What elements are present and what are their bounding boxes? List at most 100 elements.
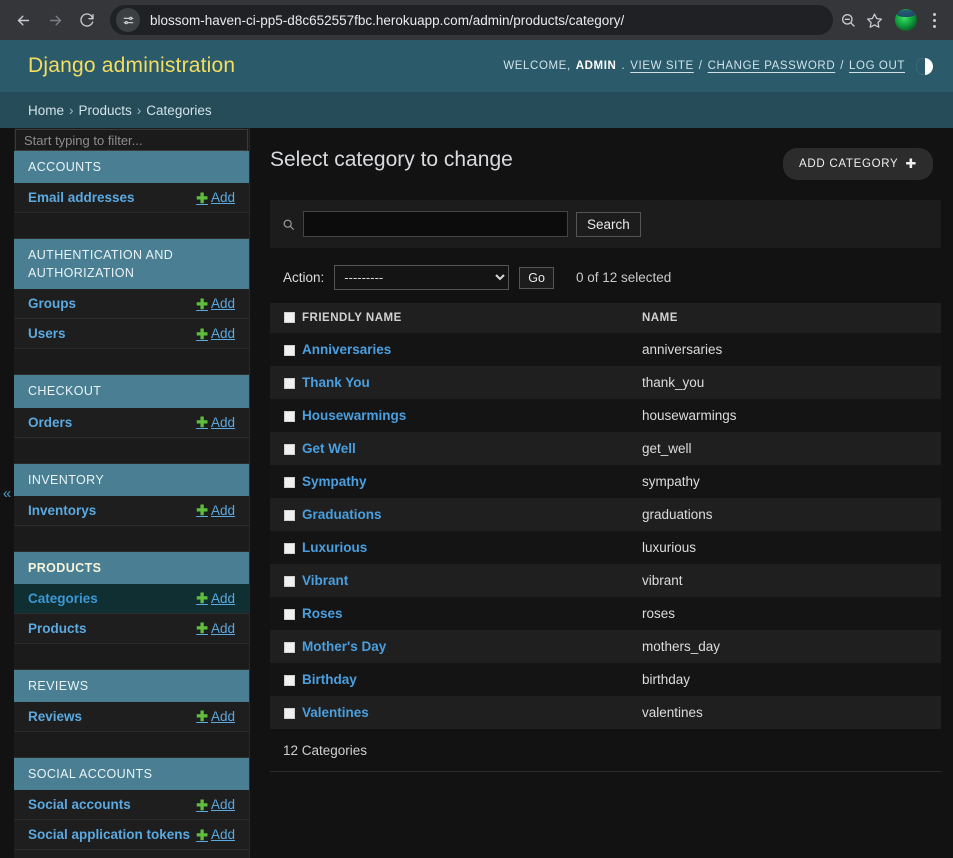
sidebar-app-title[interactable]: PRODUCTS [14, 551, 249, 584]
sidebar-add-link[interactable]: ✚Add [196, 503, 235, 518]
sidebar-add-link[interactable]: ✚Add [196, 591, 235, 606]
row-select-cell[interactable] [270, 465, 302, 498]
row-checkbox[interactable] [284, 344, 295, 356]
category-link[interactable]: Roses [302, 606, 343, 621]
sidebar-item-products[interactable]: Products ✚ Add [14, 613, 249, 644]
zoom-out-icon[interactable] [835, 7, 861, 33]
sidebar-item-groups[interactable]: Groups ✚ Add [14, 289, 249, 320]
sidebar-item-label[interactable]: Orders [28, 415, 72, 430]
sidebar-item-label[interactable]: Social accounts [28, 797, 131, 812]
address-bar[interactable]: blossom-haven-ci-pp5-d8c652557fbc.heroku… [110, 5, 833, 35]
sidebar-app-title[interactable]: ACCOUNTS [14, 151, 249, 184]
sidebar-item-label[interactable]: Email addresses [28, 190, 135, 205]
category-link[interactable]: Anniversaries [302, 342, 391, 357]
row-checkbox[interactable] [284, 443, 295, 455]
sidebar-app-title[interactable]: AUTHENTICATION AND AUTHORIZATION [14, 239, 249, 290]
back-icon[interactable] [8, 5, 38, 35]
sidebar-item-social-application-tokens[interactable]: Social application tokens ✚ Add [14, 820, 249, 850]
column-header-name[interactable]: NAME [642, 303, 941, 333]
sidebar-add-link[interactable]: ✚Add [196, 415, 235, 430]
row-checkbox[interactable] [284, 575, 295, 587]
sidebar-filter-input[interactable] [15, 129, 248, 151]
row-checkbox[interactable] [284, 641, 295, 653]
row-checkbox[interactable] [284, 707, 295, 719]
category-link[interactable]: Housewarmings [302, 408, 406, 423]
sidebar-app-title[interactable]: CHECKOUT [14, 375, 249, 408]
row-checkbox[interactable] [284, 608, 295, 620]
row-checkbox[interactable] [284, 542, 295, 554]
sidebar-item-reviews[interactable]: Reviews ✚ Add [14, 701, 249, 732]
sidebar-collapse-icon[interactable]: « [0, 128, 14, 858]
sidebar-add-link[interactable]: ✚Add [196, 709, 235, 724]
theme-toggle-icon[interactable] [916, 57, 933, 75]
row-checkbox[interactable] [284, 410, 295, 422]
category-link[interactable]: Thank You [302, 375, 370, 390]
sidebar-app-title[interactable]: SOCIAL ACCOUNTS [14, 757, 249, 790]
sidebar-add-link[interactable]: ✚Add [196, 797, 235, 812]
row-select-cell[interactable] [270, 597, 302, 630]
sidebar-item-social-accounts[interactable]: Social accounts ✚ Add [14, 790, 249, 820]
sidebar-app-title[interactable]: INVENTORY [14, 463, 249, 496]
change-password-link[interactable]: CHANGE PASSWORD [708, 60, 836, 72]
search-button[interactable]: Search [576, 211, 641, 237]
sidebar-item-social-applications[interactable]: Social applications✚Add [14, 850, 249, 858]
row-select-cell[interactable] [270, 498, 302, 531]
sidebar-add-link[interactable]: ✚Add [196, 326, 235, 341]
sidebar-add-link[interactable]: ✚Add [196, 621, 235, 636]
row-select-cell[interactable] [270, 333, 302, 366]
row-checkbox[interactable] [284, 377, 295, 389]
category-link[interactable]: Graduations [302, 507, 382, 522]
row-select-cell[interactable] [270, 366, 302, 399]
category-link[interactable]: Vibrant [302, 573, 348, 588]
breadcrumb-products[interactable]: Products [79, 103, 132, 118]
site-title[interactable]: Django administration [28, 54, 235, 78]
sidebar-item-label[interactable]: Reviews [28, 709, 82, 724]
category-link[interactable]: Luxurious [302, 540, 367, 555]
site-settings-icon[interactable] [116, 8, 140, 32]
row-select-cell[interactable] [270, 630, 302, 663]
add-category-button[interactable]: ADD CATEGORY ✚ [783, 148, 933, 180]
row-select-cell[interactable] [270, 696, 302, 729]
sidebar-item-email-addresses[interactable]: Email addresses ✚ Add [14, 183, 249, 214]
sidebar-app-title[interactable]: REVIEWS [14, 669, 249, 702]
view-site-link[interactable]: VIEW SITE [630, 60, 694, 72]
category-link[interactable]: Mother's Day [302, 639, 386, 654]
sidebar-add-link[interactable]: ✚Add [196, 296, 235, 311]
action-go-button[interactable]: Go [519, 266, 554, 289]
row-checkbox[interactable] [284, 476, 295, 488]
action-select[interactable]: ---------Delete selected categorys [334, 265, 510, 290]
sidebar-item-label[interactable]: Users [28, 326, 66, 341]
row-checkbox[interactable] [284, 674, 295, 686]
sidebar-item-orders[interactable]: Orders ✚ Add [14, 407, 249, 438]
sidebar-item-label[interactable]: Products [28, 621, 87, 636]
sidebar-item-inventorys[interactable]: Inventorys ✚ Add [14, 495, 249, 526]
bookmark-star-icon[interactable] [861, 7, 887, 33]
sidebar-item-label[interactable]: Inventorys [28, 503, 96, 518]
category-link[interactable]: Birthday [302, 672, 357, 687]
forward-icon[interactable] [40, 5, 70, 35]
category-link[interactable]: Valentines [302, 705, 369, 720]
row-select-cell[interactable] [270, 564, 302, 597]
sidebar-add-link[interactable]: ✚Add [196, 827, 235, 842]
column-header-friendly-name[interactable]: FRIENDLY NAME [302, 303, 642, 333]
sidebar-item-label[interactable]: Categories [28, 591, 98, 606]
reload-icon[interactable] [72, 5, 102, 35]
three-dots-menu-icon[interactable] [923, 7, 945, 33]
select-all-header[interactable] [270, 303, 302, 333]
log-out-link[interactable]: LOG OUT [849, 60, 905, 72]
sidebar-item-label[interactable]: Groups [28, 296, 76, 311]
row-select-cell[interactable] [270, 531, 302, 564]
sidebar-item-categories[interactable]: Categories ✚ Add [14, 583, 249, 614]
sidebar-item-users[interactable]: Users ✚ Add [14, 319, 249, 350]
avatar[interactable] [895, 9, 917, 31]
row-select-cell[interactable] [270, 432, 302, 465]
row-select-cell[interactable] [270, 399, 302, 432]
search-input[interactable] [303, 211, 568, 237]
sidebar-add-link[interactable]: ✚Add [196, 190, 235, 205]
category-link[interactable]: Get Well [302, 441, 356, 456]
breadcrumb-home[interactable]: Home [28, 103, 64, 118]
sidebar-item-label[interactable]: Social application tokens [28, 827, 190, 842]
select-all-checkbox[interactable] [284, 312, 295, 324]
row-checkbox[interactable] [284, 509, 295, 521]
row-select-cell[interactable] [270, 663, 302, 696]
